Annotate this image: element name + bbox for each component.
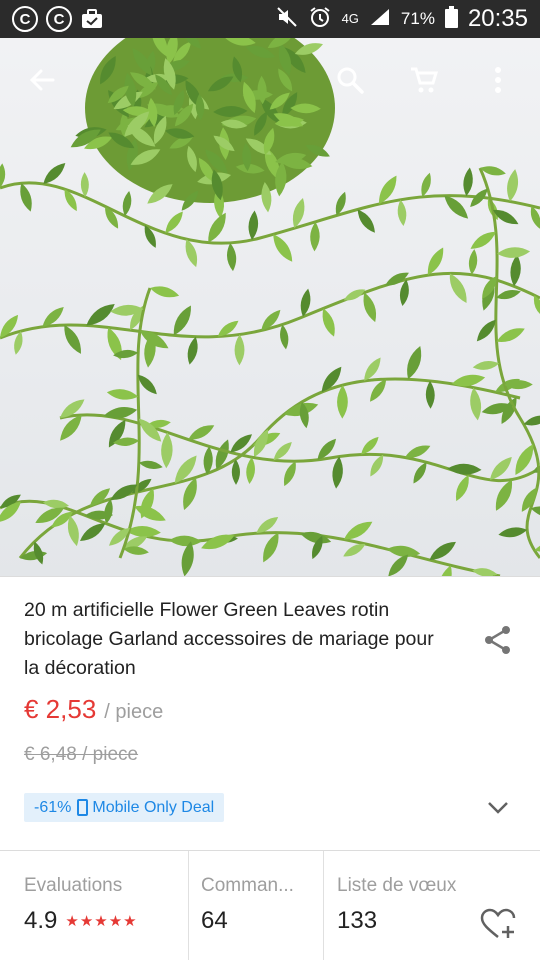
cart-icon	[411, 67, 439, 93]
status-bar: C C 4G 71% 20:35	[0, 0, 540, 38]
mobile-phone-icon	[77, 799, 89, 816]
image-divider	[0, 576, 540, 577]
chevron-down-icon	[488, 802, 508, 814]
wishlist-stat: Liste de vœux 133	[323, 851, 540, 960]
orders-value: 64	[201, 907, 228, 934]
shopping-bag-icon	[80, 8, 104, 30]
alarm-icon	[308, 5, 332, 34]
cart-button[interactable]	[400, 56, 448, 104]
share-button[interactable]	[476, 618, 520, 662]
evaluations-label: Evaluations	[24, 875, 123, 896]
mute-icon	[276, 6, 298, 33]
discount-percent: -61%	[34, 798, 72, 816]
wishlist-value: 133	[337, 907, 378, 934]
rating-stars-icon: ★★★★★	[65, 913, 138, 930]
battery-percent: 71%	[400, 9, 435, 28]
product-stats: Evaluations 4.9 ★★★★★ Comman... 64 Liste…	[0, 851, 540, 960]
deal-label: Mobile Only Deal	[92, 798, 215, 816]
orders-stat[interactable]: Comman... 64	[188, 851, 323, 960]
current-price: € 2,53	[24, 694, 97, 724]
signal-icon	[369, 7, 391, 32]
network-type: 4G	[341, 11, 359, 26]
product-title: 20 m artificielle Flower Green Leaves ro…	[24, 599, 434, 679]
back-arrow-icon	[29, 69, 55, 91]
notification-icons: C C	[12, 6, 104, 32]
search-icon	[337, 67, 364, 94]
battery-icon	[444, 5, 458, 33]
copyright-circle-icon: C	[12, 6, 38, 32]
wishlist-label: Liste de vœux	[337, 875, 457, 896]
more-options-button[interactable]	[474, 56, 522, 104]
share-icon	[485, 626, 510, 654]
expand-details-button[interactable]	[482, 792, 514, 824]
add-to-wishlist-icon[interactable]	[480, 908, 516, 940]
back-button[interactable]	[18, 56, 66, 104]
orders-label: Comman...	[201, 875, 294, 896]
price-unit: / piece	[104, 701, 164, 723]
copyright-circle-icon: C	[46, 6, 72, 32]
evaluations-stat[interactable]: Evaluations 4.9 ★★★★★	[0, 851, 188, 960]
mobile-deal-badge: -61% Mobile Only Deal	[24, 793, 225, 822]
clock: 20:35	[467, 5, 528, 32]
top-toolbar	[0, 38, 540, 122]
original-price: € 6,48 / piece	[24, 744, 139, 765]
search-button[interactable]	[326, 56, 374, 104]
rating-value: 4.9	[24, 907, 58, 934]
more-vert-icon	[495, 67, 501, 93]
price-row: € 2,53 / piece	[24, 694, 163, 725]
